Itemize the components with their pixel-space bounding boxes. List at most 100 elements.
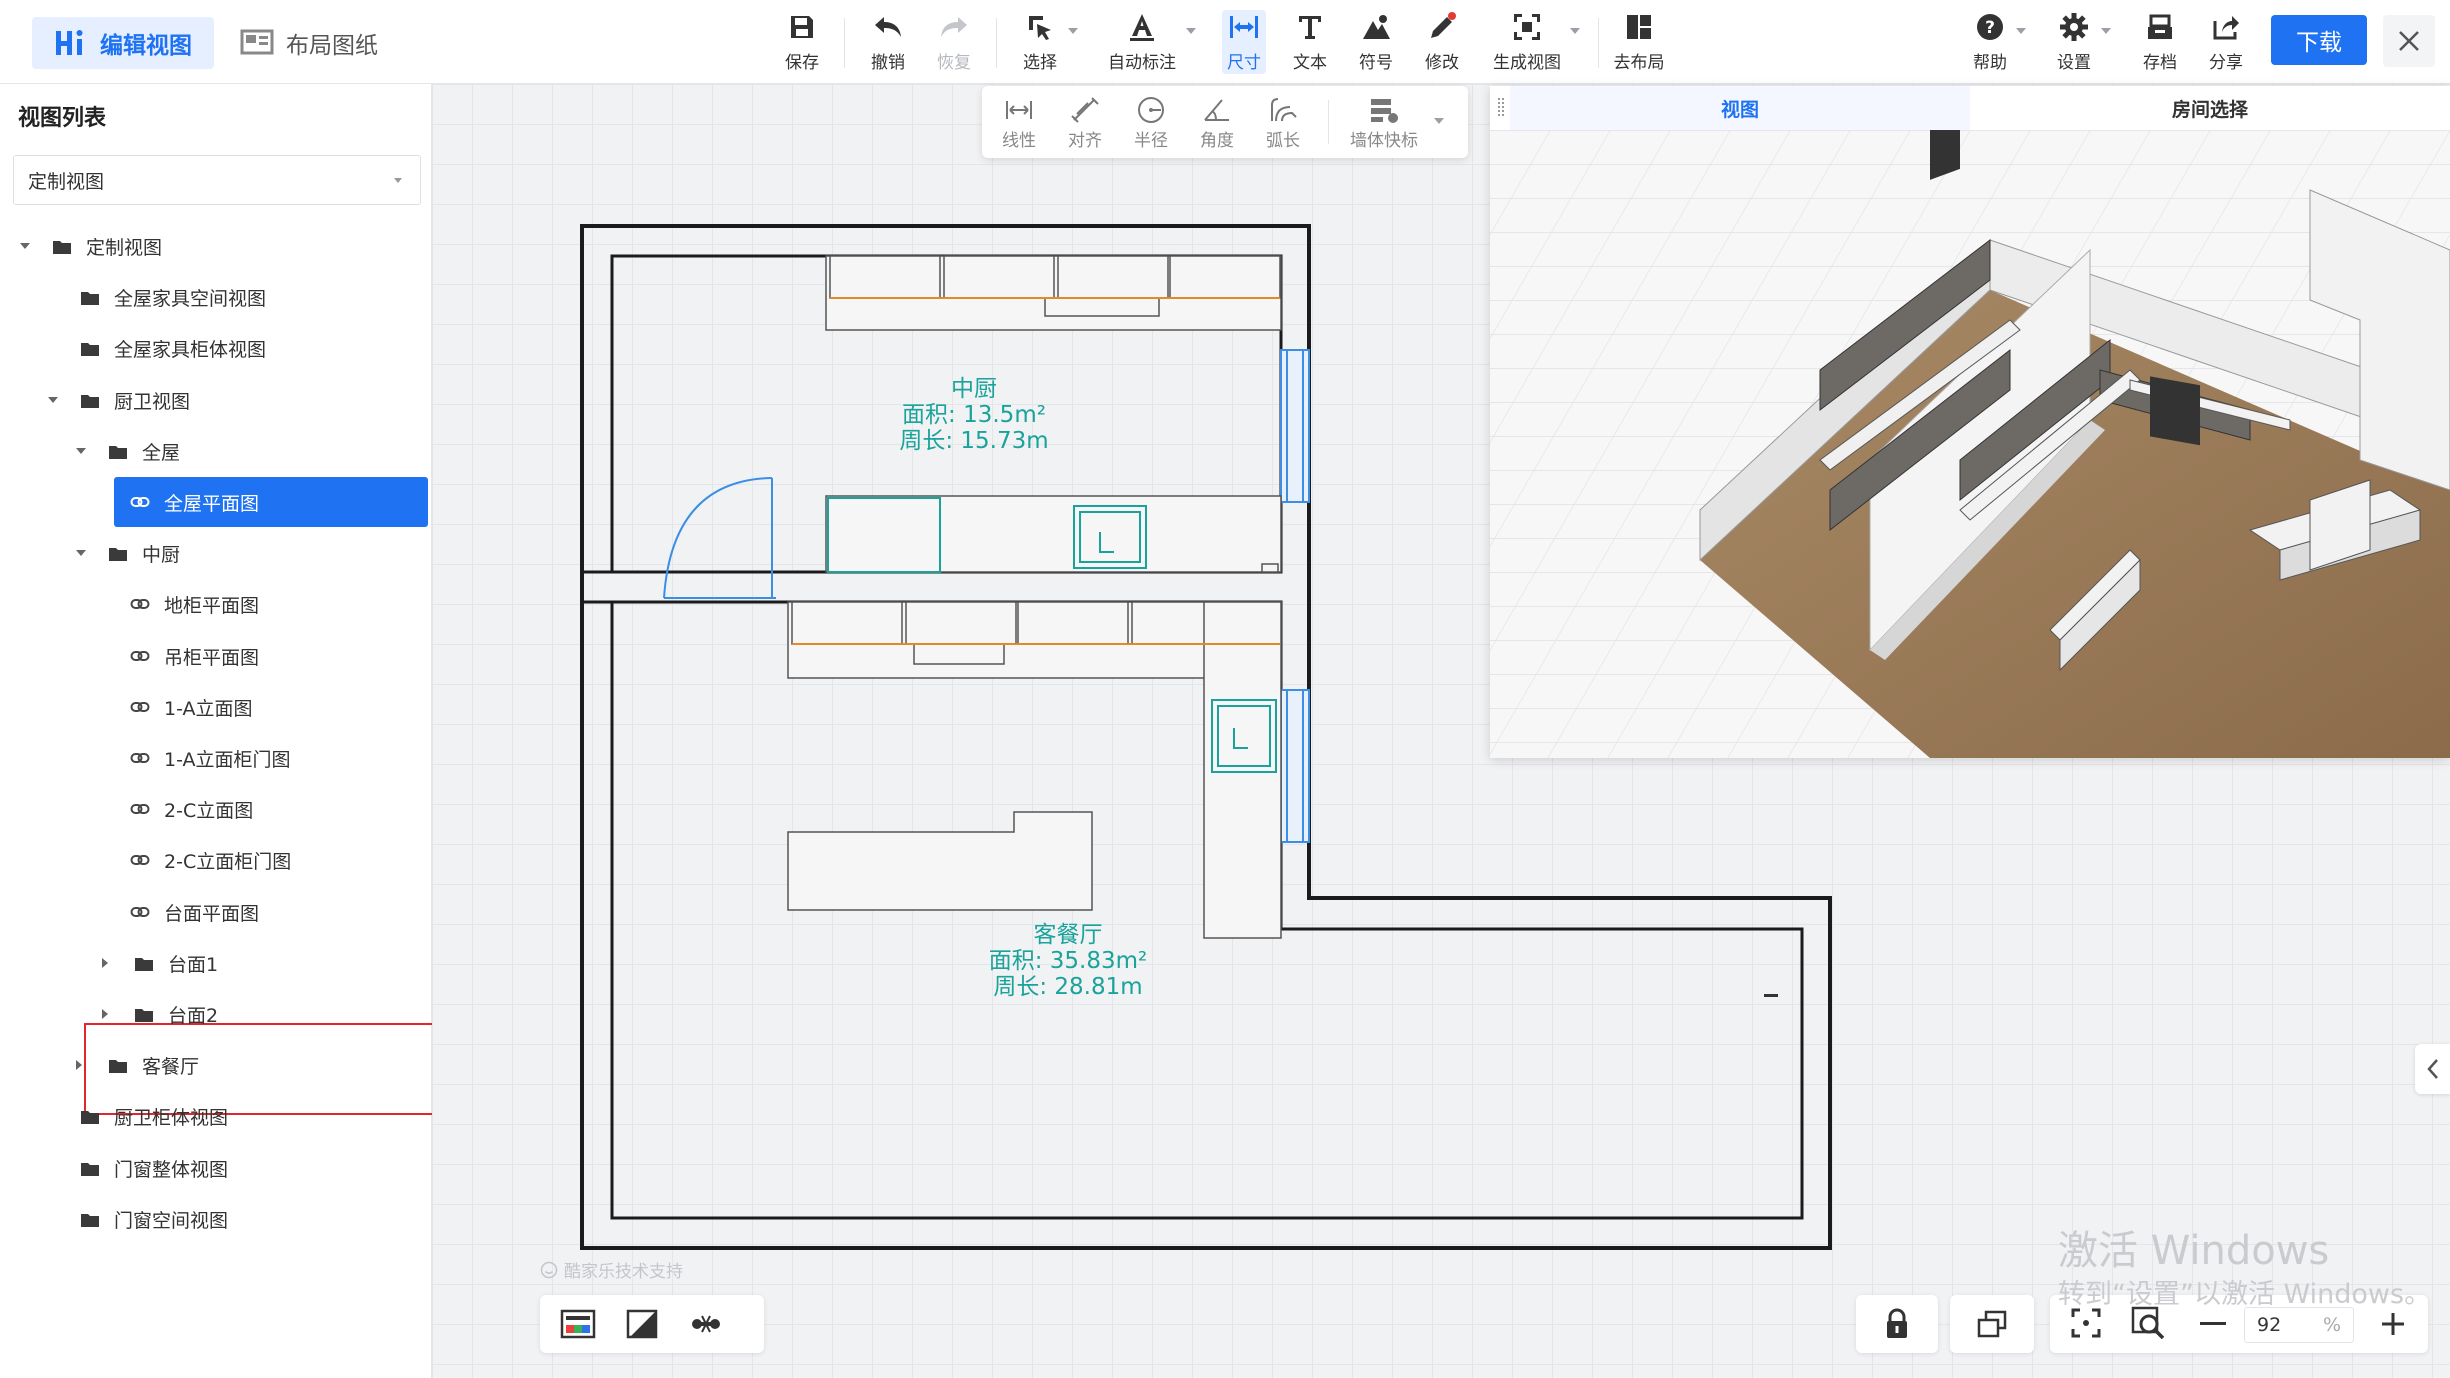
aligned-dimension-button[interactable]: 对齐 (1064, 94, 1106, 151)
help-button[interactable]: ? 帮助 (1968, 10, 2012, 74)
tree-item[interactable]: 1-A立面柜门图 (0, 735, 430, 781)
zoom-level-unit: % (2322, 1314, 2341, 1336)
symbol-tool-button[interactable]: 符号 (1354, 10, 1398, 74)
tree-item[interactable]: 定制视图 (0, 223, 430, 269)
zoom-level-input[interactable]: 92 % (2244, 1307, 2354, 1343)
angle-dimension-button[interactable]: 角度 (1196, 94, 1238, 151)
settings-button[interactable]: 设置 (2052, 10, 2096, 74)
auto-dimension-button[interactable]: 自动标注 (1106, 10, 1178, 74)
redo-button[interactable]: 恢复 (932, 10, 976, 74)
wall-quick-dimension-icon (1368, 94, 1400, 126)
color-legend-button[interactable] (560, 1307, 596, 1341)
tree-item[interactable]: 地柜平面图 (0, 581, 430, 627)
tree-item[interactable]: 中厨 (0, 530, 430, 576)
tree-item[interactable]: 台面2 (0, 991, 430, 1037)
auto-dimension-dropdown-caret[interactable] (1186, 28, 1196, 34)
tree-item[interactable]: 1-A立面图 (0, 684, 430, 730)
close-button[interactable] (2383, 15, 2435, 67)
share-icon (2212, 10, 2240, 44)
tree-item[interactable]: 全屋家具柜体视图 (0, 325, 430, 371)
chevron-down-icon (394, 178, 402, 183)
link-icon (130, 902, 150, 922)
tree-item[interactable]: 全屋家具空间视图 (0, 274, 430, 320)
caret-down-icon[interactable] (76, 448, 86, 454)
radius-dimension-button[interactable]: 半径 (1130, 94, 1172, 151)
link-icon (130, 799, 150, 819)
chevron-left-icon (2426, 1059, 2438, 1079)
zoom-out-button[interactable] (2200, 1322, 2226, 1325)
wall-quick-dimension-label: 墙体快标 (1350, 131, 1418, 151)
caret-right-icon[interactable] (76, 1060, 82, 1070)
caret-down-icon[interactable] (20, 243, 30, 249)
text-tool-button[interactable]: 文本 (1288, 10, 1332, 74)
archive-button[interactable]: 存档 (2138, 10, 2182, 74)
tree-item-label: 门窗整体视图 (114, 1158, 229, 1181)
pencil-icon (1427, 10, 1457, 44)
symbol-label: 符号 (1359, 53, 1393, 73)
view-type-select[interactable]: 定制视图 (13, 155, 421, 205)
linear-dimension-button[interactable]: 线性 (998, 94, 1040, 151)
connector-button[interactable] (688, 1307, 724, 1341)
tree-item[interactable]: 2-C立面图 (0, 786, 430, 832)
modify-tool-button[interactable]: 修改 (1420, 10, 1464, 74)
undo-button[interactable]: 撤销 (866, 10, 910, 74)
share-button[interactable]: 分享 (2204, 10, 2248, 74)
link-icon (130, 748, 150, 768)
select-tool-button[interactable]: 选择 (1018, 10, 1062, 74)
settings-dropdown-caret[interactable] (2101, 28, 2111, 34)
tab-layout-drawing-label: 布局图纸 (286, 33, 378, 59)
tree-item[interactable]: 门窗整体视图 (0, 1145, 430, 1191)
caret-down-icon[interactable] (76, 550, 86, 556)
wall-quick-dimension-caret[interactable] (1434, 118, 1444, 124)
select-dropdown-caret[interactable] (1068, 28, 1078, 34)
tab-edit-view[interactable]: 编辑视图 (32, 17, 214, 69)
caret-down-icon[interactable] (48, 397, 58, 403)
lock-button[interactable] (1856, 1295, 1938, 1353)
tree-item[interactable]: 台面1 (0, 940, 430, 986)
fill-toggle-button[interactable] (624, 1307, 660, 1341)
caret-right-icon[interactable] (102, 1009, 108, 1019)
symbol-icon (1361, 10, 1391, 44)
tree-item[interactable]: 门窗空间视图 (0, 1196, 430, 1242)
fit-view-button[interactable] (2070, 1307, 2102, 1343)
link-icon (130, 594, 150, 614)
tree-item[interactable]: 厨卫柜体视图 (0, 1093, 430, 1139)
arc-length-dimension-label: 弧长 (1266, 131, 1300, 151)
tree-item[interactable]: 厨卫视图 (0, 377, 430, 423)
tree-item[interactable]: 全屋平面图 (0, 479, 430, 525)
caret-right-icon[interactable] (102, 958, 108, 968)
generate-view-button[interactable]: 生成视图 (1490, 10, 1564, 74)
select-label: 选择 (1023, 53, 1057, 73)
tab-view[interactable]: 视图 (1510, 86, 1970, 130)
tree-item[interactable]: 台面平面图 (0, 889, 430, 935)
tree-item[interactable]: 客餐厅 (0, 1042, 430, 1088)
room-name: 客餐厅 (1033, 922, 1103, 948)
door-gap (612, 572, 664, 602)
3d-preview-panel[interactable]: 视图 房间选择 (1490, 86, 2450, 758)
top-toolbar: 编辑视图 布局图纸 保存 撤销 恢复 选择 自动标注 尺寸 文本 符号 修改 生… (0, 0, 2450, 84)
right-panel-collapse-button[interactable] (2415, 1044, 2450, 1094)
tree-item[interactable]: 吊柜平面图 (0, 633, 430, 679)
save-button[interactable]: 保存 (780, 10, 824, 74)
zoom-region-button[interactable] (2130, 1305, 2166, 1345)
windows-activation-title: 激活 Windows (2058, 1228, 2330, 1274)
download-button[interactable]: 下载 (2271, 15, 2367, 65)
help-dropdown-caret[interactable] (2016, 28, 2026, 34)
wall-quick-dimension-button[interactable]: 墙体快标 (1346, 94, 1422, 151)
room-label-kitchen: 中厨 面积: 13.5m² 周长: 15.73m (874, 376, 1074, 454)
arc-length-dimension-button[interactable]: 弧长 (1262, 94, 1304, 151)
drag-handle-icon[interactable] (1498, 98, 1504, 116)
dimension-tool-button[interactable]: 尺寸 (1222, 10, 1266, 74)
to-layout-button[interactable]: 去布局 (1612, 10, 1666, 74)
tree-item[interactable]: 全屋 (0, 428, 430, 474)
zoom-in-button[interactable] (2380, 1311, 2406, 1341)
generate-view-dropdown-caret[interactable] (1570, 28, 1580, 34)
window-toggle-button[interactable] (1950, 1295, 2034, 1353)
upper-cabinets-kitchen (825, 255, 1282, 331)
kitchen-counter (825, 495, 1282, 573)
tree-item[interactable]: 2-C立面柜门图 (0, 837, 430, 883)
tree-item-label: 厨卫柜体视图 (114, 1106, 229, 1129)
tab-room-select[interactable]: 房间选择 (1970, 86, 2450, 130)
folder-icon (80, 1108, 100, 1124)
tab-layout-drawing[interactable]: 布局图纸 (218, 17, 400, 69)
